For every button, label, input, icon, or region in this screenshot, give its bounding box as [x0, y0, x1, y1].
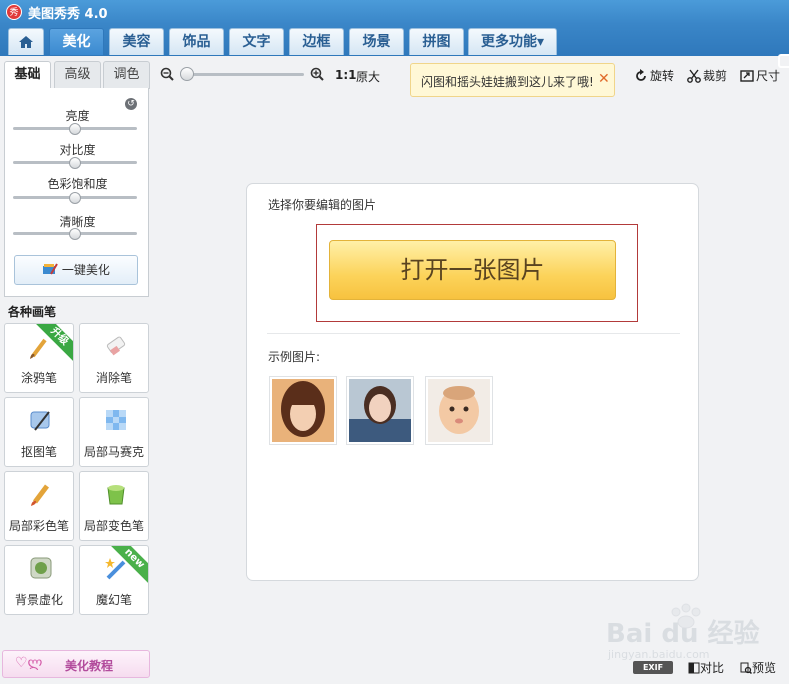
tool-background-blur[interactable]: 背景虚化 — [4, 545, 74, 615]
restore-window-icon[interactable] — [778, 54, 789, 68]
beautify-tutorial-button[interactable]: ♡ლ 美化教程 — [2, 650, 150, 678]
sample-image-3[interactable] — [425, 376, 493, 445]
eraser-icon — [106, 336, 126, 356]
mosaic-icon — [106, 410, 126, 430]
preview-button[interactable]: 预览 — [740, 659, 776, 676]
tab-more-features[interactable]: 更多功能▾ — [468, 28, 557, 55]
tool-doodle-pen[interactable]: 升级 涂鸦笔 — [4, 323, 74, 393]
scissors-icon — [687, 69, 701, 83]
tab-scene[interactable]: 场景 — [349, 28, 404, 55]
tool-label: 局部变色笔 — [83, 519, 144, 533]
sample-photo-baby — [428, 379, 490, 442]
tool-label: 局部彩色笔 — [8, 519, 69, 533]
tab-beautify[interactable]: 美化 — [49, 28, 104, 55]
notice-text: 闪图和摇头娃娃搬到这儿来了哦! — [421, 75, 594, 89]
basic-adjust-panel: ↺ 亮度 对比度 色彩饱和度 清晰度 一键美化 — [4, 88, 149, 297]
tab-frame[interactable]: 边框 — [289, 28, 344, 55]
tool-local-mosaic[interactable]: 局部马赛克 — [79, 397, 149, 467]
brush-heading: 各种画笔 — [8, 305, 57, 319]
crop-label: 裁剪 — [703, 69, 728, 83]
saturation-thumb[interactable] — [69, 192, 81, 204]
color-brush-icon — [31, 484, 49, 506]
sample-photo-woman-denim — [349, 379, 411, 442]
tool-label: 局部马赛克 — [83, 445, 144, 459]
compare-icon — [688, 662, 700, 674]
contrast-label: 对比度 — [59, 143, 96, 157]
watermark-text: Bai du 经验 — [606, 618, 760, 649]
divider — [267, 333, 680, 334]
tool-label: 背景虚化 — [14, 593, 63, 607]
tab-face[interactable]: 美容 — [109, 28, 164, 55]
tool-local-color-pen[interactable]: 局部彩色笔 — [4, 471, 74, 541]
zoom-out-icon[interactable] — [160, 67, 174, 81]
tool-magic-pen[interactable]: new 魔幻笔 — [79, 545, 149, 615]
contrast-thumb[interactable] — [69, 157, 81, 169]
notice-banner: 闪图和摇头娃娃搬到这儿来了哦! ✕ — [410, 63, 615, 97]
main-tab-bar: 美化 美容 饰品 文字 边框 场景 拼图 更多功能▾ — [0, 24, 789, 68]
compare-label: 对比 — [700, 661, 725, 675]
tab-home[interactable] — [8, 28, 44, 55]
hands-icon: ♡ლ — [15, 655, 43, 671]
brightness-thumb[interactable] — [69, 123, 81, 135]
tab-accessories[interactable]: 饰品 — [169, 28, 224, 55]
app-title: 美图秀秀 4.0 — [28, 7, 108, 22]
tool-label: 抠图笔 — [20, 445, 57, 459]
sample-image-2[interactable] — [346, 376, 414, 445]
sample-image-1[interactable] — [269, 376, 337, 445]
preview-label: 预览 — [752, 661, 777, 675]
original-size-button[interactable]: 原大 — [356, 68, 380, 85]
blur-background-icon — [30, 557, 52, 579]
actual-size-ratio[interactable]: 1:1 — [335, 68, 357, 82]
zoom-in-icon[interactable] — [310, 67, 324, 81]
home-icon — [19, 36, 33, 48]
left-panel: 基础 高级 调色 ↺ 亮度 对比度 色彩饱和度 清晰度 一键美化 各种画笔 升级… — [0, 56, 154, 684]
tool-label: 消除笔 — [95, 371, 132, 385]
compare-button[interactable]: 对比 — [688, 659, 724, 676]
sample-photo-woman-bangs — [272, 379, 334, 442]
tool-eraser-pen[interactable]: 消除笔 — [79, 323, 149, 393]
subtab-advanced[interactable]: 高级 — [54, 61, 101, 89]
baidu-watermark: Bai du 经验 jingyan.baidu.com — [606, 603, 760, 660]
app-logo: 秀 — [6, 4, 22, 20]
preview-icon — [740, 662, 753, 675]
sample-images-label: 示例图片: — [268, 350, 321, 364]
subtab-basic[interactable]: 基础 — [4, 61, 51, 89]
tool-local-recolor-pen[interactable]: 局部变色笔 — [79, 471, 149, 541]
tool-label: 魔幻笔 — [95, 593, 132, 607]
one-key-beautify-label: 一键美化 — [61, 263, 110, 277]
tool-cutout-pen[interactable]: 抠图笔 — [4, 397, 74, 467]
cutout-pen-icon — [30, 411, 50, 431]
sharpness-thumb[interactable] — [69, 228, 81, 240]
rotate-icon — [636, 69, 646, 81]
open-image-button[interactable]: 打开一张图片 — [329, 240, 616, 300]
rotate-label: 旋转 — [650, 69, 675, 83]
paint-bucket-icon — [107, 485, 125, 505]
close-icon[interactable]: ✕ — [598, 71, 610, 87]
size-label: 尺寸 — [756, 69, 781, 83]
resize-icon — [740, 70, 754, 82]
open-image-card: 选择你要编辑的图片 打开一张图片 示例图片: — [246, 183, 699, 581]
magic-wand-icon — [43, 263, 58, 275]
tab-text[interactable]: 文字 — [229, 28, 284, 55]
exif-badge[interactable]: EXIF — [633, 661, 673, 674]
crop-button[interactable]: 裁剪 — [687, 67, 727, 84]
zoom-thumb[interactable] — [180, 67, 194, 81]
one-key-beautify-button[interactable]: 一键美化 — [14, 255, 138, 285]
zoom-slider[interactable] — [182, 73, 304, 76]
saturation-label: 色彩饱和度 — [47, 177, 108, 191]
tool-label: 涂鸦笔 — [20, 371, 57, 385]
brightness-label: 亮度 — [65, 109, 90, 123]
select-image-label: 选择你要编辑的图片 — [268, 198, 377, 212]
subtab-color[interactable]: 调色 — [103, 61, 150, 89]
sharpness-label: 清晰度 — [59, 215, 96, 229]
rotate-button[interactable]: 旋转 — [634, 67, 674, 84]
size-button[interactable]: 尺寸 — [740, 67, 780, 84]
tutorial-label: 美化教程 — [65, 659, 114, 673]
title-bar: 秀 美图秀秀 4.0 — [0, 0, 789, 24]
tab-collage[interactable]: 拼图 — [409, 28, 464, 55]
